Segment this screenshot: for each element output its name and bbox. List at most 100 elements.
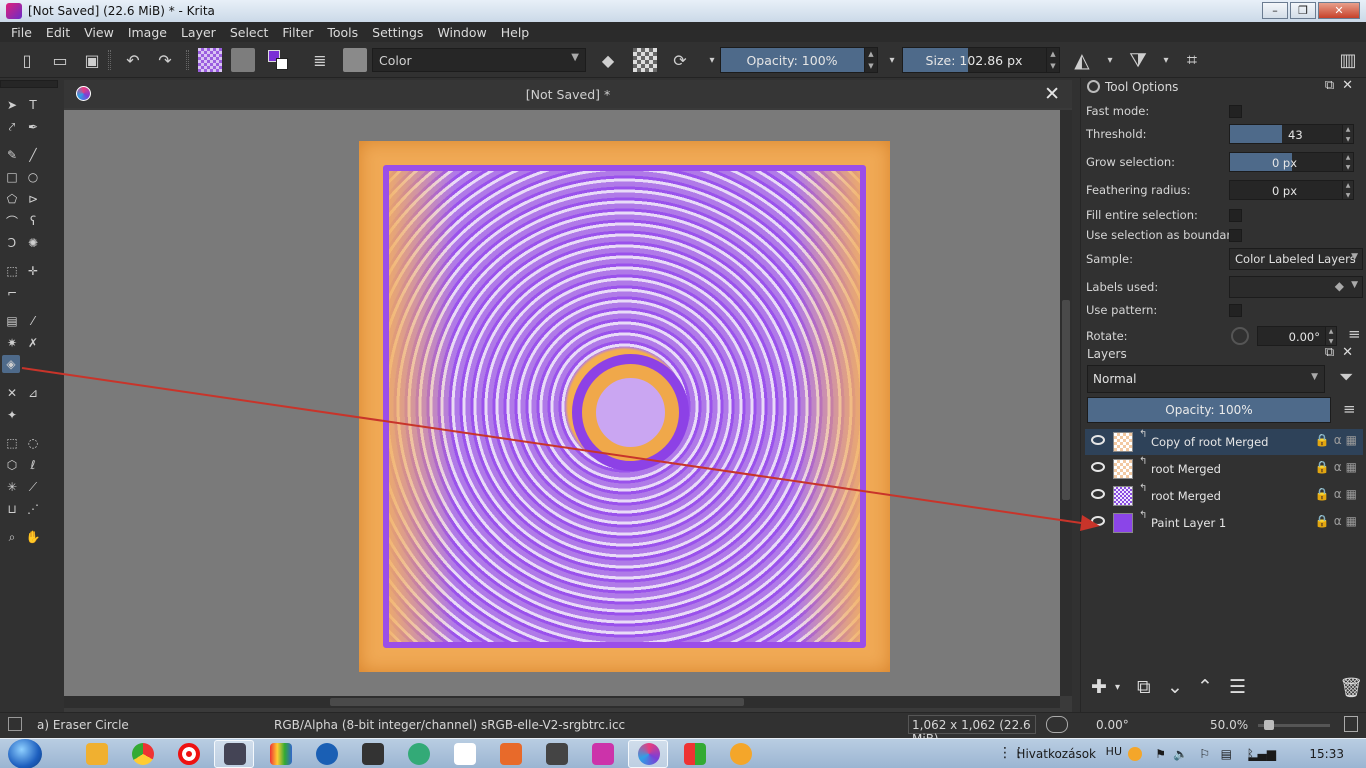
panel-float-close-icons[interactable]: ⧉✕ <box>1325 78 1361 93</box>
image-dimensions[interactable]: 1,062 x 1,062 (22.6 MiB) <box>908 715 1036 746</box>
menu-settings[interactable]: Settings <box>365 25 430 40</box>
chrome-icon[interactable] <box>132 743 154 765</box>
rectangle-tool[interactable]: □ <box>3 168 21 186</box>
tray-app-icon[interactable] <box>1128 747 1142 761</box>
contiguous-select-tool[interactable]: ✳ <box>3 478 21 496</box>
visibility-eye-icon[interactable] <box>1091 462 1105 472</box>
opacity-spinner[interactable]: ▲ ▼ <box>864 48 877 72</box>
network-tool-icon[interactable] <box>362 743 384 765</box>
visibility-eye-icon[interactable] <box>1091 516 1105 526</box>
calligraphy-tool[interactable]: ✒ <box>24 118 42 136</box>
use-boundary-checkbox[interactable] <box>1229 229 1242 242</box>
ellipse-tool[interactable]: ○ <box>24 168 42 186</box>
volume-icon[interactable]: 🔈 <box>1173 747 1188 761</box>
select-shapes-tool[interactable]: ➤ <box>3 96 21 114</box>
multibrush-tool[interactable]: ✺ <box>24 234 42 252</box>
rect-select-tool[interactable]: ⬚ <box>3 434 21 452</box>
bezier-select-tool[interactable]: ⊔ <box>3 500 21 518</box>
edit-shapes-tool[interactable]: ⤤ <box>3 118 21 136</box>
opera-icon[interactable] <box>178 743 200 765</box>
rotation-dial-icon[interactable] <box>1046 716 1068 733</box>
colorize-mask-tool[interactable]: ✗ <box>24 334 42 352</box>
canvas[interactable] <box>64 110 1060 696</box>
save-icon[interactable]: ▣ <box>80 48 104 72</box>
signal-icon[interactable]: ▂▄▆ <box>1248 747 1276 761</box>
menu-filter[interactable]: Filter <box>275 25 320 40</box>
panel-float-close-icons[interactable]: ⧉✕ <box>1325 345 1361 360</box>
menu-view[interactable]: View <box>77 25 121 40</box>
close-button[interactable]: ✕ <box>1318 2 1360 19</box>
visibility-eye-icon[interactable] <box>1091 435 1105 445</box>
menu-tools[interactable]: Tools <box>320 25 365 40</box>
menu-select[interactable]: Select <box>223 25 276 40</box>
ellipse-select-tool[interactable]: ◌ <box>24 434 42 452</box>
layer-row[interactable]: ↰ Copy of root Merged 🔒α▦ <box>1085 429 1363 455</box>
menu-image[interactable]: Image <box>121 25 174 40</box>
brush-settings-icon[interactable]: ≣ <box>308 48 332 72</box>
size-spinner[interactable]: ▲ ▼ <box>1046 48 1059 72</box>
menu-edit[interactable]: Edit <box>39 25 77 40</box>
dock-layout-icon[interactable]: ▥ <box>1336 48 1360 72</box>
app-window-icon[interactable] <box>224 743 246 765</box>
gradient-preset-icon[interactable] <box>198 48 222 72</box>
fast-mode-checkbox[interactable] <box>1229 105 1242 118</box>
language-indicator[interactable]: HU <box>1106 745 1122 758</box>
transform-tool[interactable]: ⬚ <box>3 262 21 280</box>
menu-layer[interactable]: Layer <box>174 25 223 40</box>
similar-select-tool[interactable]: ⟋ <box>24 478 42 496</box>
device-icon[interactable]: ▤ <box>1221 747 1232 761</box>
blend-mode-select[interactable]: Color ▼ <box>372 48 586 72</box>
visibility-eye-icon[interactable] <box>1091 489 1105 499</box>
paint-app-icon[interactable] <box>592 743 614 765</box>
action-center-icon[interactable]: ⚐ <box>1199 747 1210 761</box>
threshold-slider[interactable]: 43 ▲ ▼ <box>1229 124 1354 144</box>
polygon-select-tool[interactable]: ⬡ <box>3 456 21 474</box>
eraser-icon[interactable]: ◆ <box>596 48 620 72</box>
crop-tool[interactable]: ⌐ <box>3 284 21 302</box>
rotate-field[interactable]: 0.00° ▲ ▼ <box>1257 326 1337 346</box>
start-button[interactable] <box>8 739 42 768</box>
krita-taskbar-icon[interactable] <box>638 743 660 765</box>
feathering-slider[interactable]: 0 px ▲ ▼ <box>1229 180 1354 200</box>
puzzle-app-icon[interactable] <box>684 743 706 765</box>
mirror-horizontal-menu-icon[interactable]: ▾ <box>1098 48 1122 72</box>
media-player-icon[interactable] <box>86 743 108 765</box>
hamburger-menu-icon[interactable]: ≡ <box>1348 325 1361 343</box>
fill-entire-checkbox[interactable] <box>1229 209 1242 222</box>
gradient-tool[interactable]: ▤ <box>3 312 21 330</box>
alpha-lock-icon[interactable] <box>633 48 657 72</box>
color-app-icon[interactable] <box>270 743 292 765</box>
smart-patch-tool[interactable]: ✷ <box>3 334 21 352</box>
layer-flags-icons[interactable]: 🔒α▦ <box>1315 514 1361 528</box>
sample-select[interactable]: Color Labeled Layers ▼ <box>1229 248 1363 270</box>
globe-app-icon[interactable] <box>408 743 430 765</box>
polygon-tool[interactable]: ⬠ <box>3 190 21 208</box>
redo-icon[interactable]: ↷ <box>153 48 177 72</box>
polyline-tool[interactable]: ⊳ <box>24 190 42 208</box>
layer-flags-icons[interactable]: 🔒α▦ <box>1315 433 1361 447</box>
line-tool[interactable]: ╱ <box>24 146 42 164</box>
layer-opacity-slider[interactable]: Opacity: 100% <box>1087 397 1331 423</box>
layer-row[interactable]: ↰ root Merged 🔒α▦ <box>1085 456 1363 482</box>
open-folder-icon[interactable]: ▭ <box>48 48 72 72</box>
undo-icon[interactable]: ↶ <box>121 48 145 72</box>
layer-flags-icons[interactable]: 🔒α▦ <box>1315 487 1361 501</box>
hamburger-menu-icon[interactable]: ≡ <box>1343 400 1356 418</box>
clock[interactable]: 15:33 <box>1309 747 1344 761</box>
tray-flag-icon[interactable]: ⚑ <box>1155 747 1166 761</box>
reference-images-tool[interactable]: ✦ <box>3 406 21 424</box>
freehand-select-tool[interactable]: ℓ <box>24 456 42 474</box>
document-app-icon[interactable] <box>454 743 476 765</box>
vertical-scrollbar[interactable] <box>1060 110 1072 696</box>
minimize-button[interactable]: – <box>1262 2 1288 19</box>
color-picker-tool[interactable]: ⁄ <box>24 312 42 330</box>
close-icon[interactable]: ✕ <box>1044 83 1060 105</box>
add-layer-icon[interactable]: ✚ <box>1091 676 1107 698</box>
opacity-slider[interactable]: Opacity: 100% ▲ ▼ <box>720 47 878 73</box>
freehand-path-tool[interactable]: ʕ <box>24 212 42 230</box>
add-layer-menu-icon[interactable]: ▾ <box>1115 682 1120 693</box>
bluetooth-app-icon[interactable] <box>316 743 338 765</box>
brush-preset-icon[interactable] <box>343 48 367 72</box>
feathering-spinner[interactable]: ▲ ▼ <box>1342 180 1354 200</box>
pattern-preset-icon[interactable] <box>231 48 255 72</box>
